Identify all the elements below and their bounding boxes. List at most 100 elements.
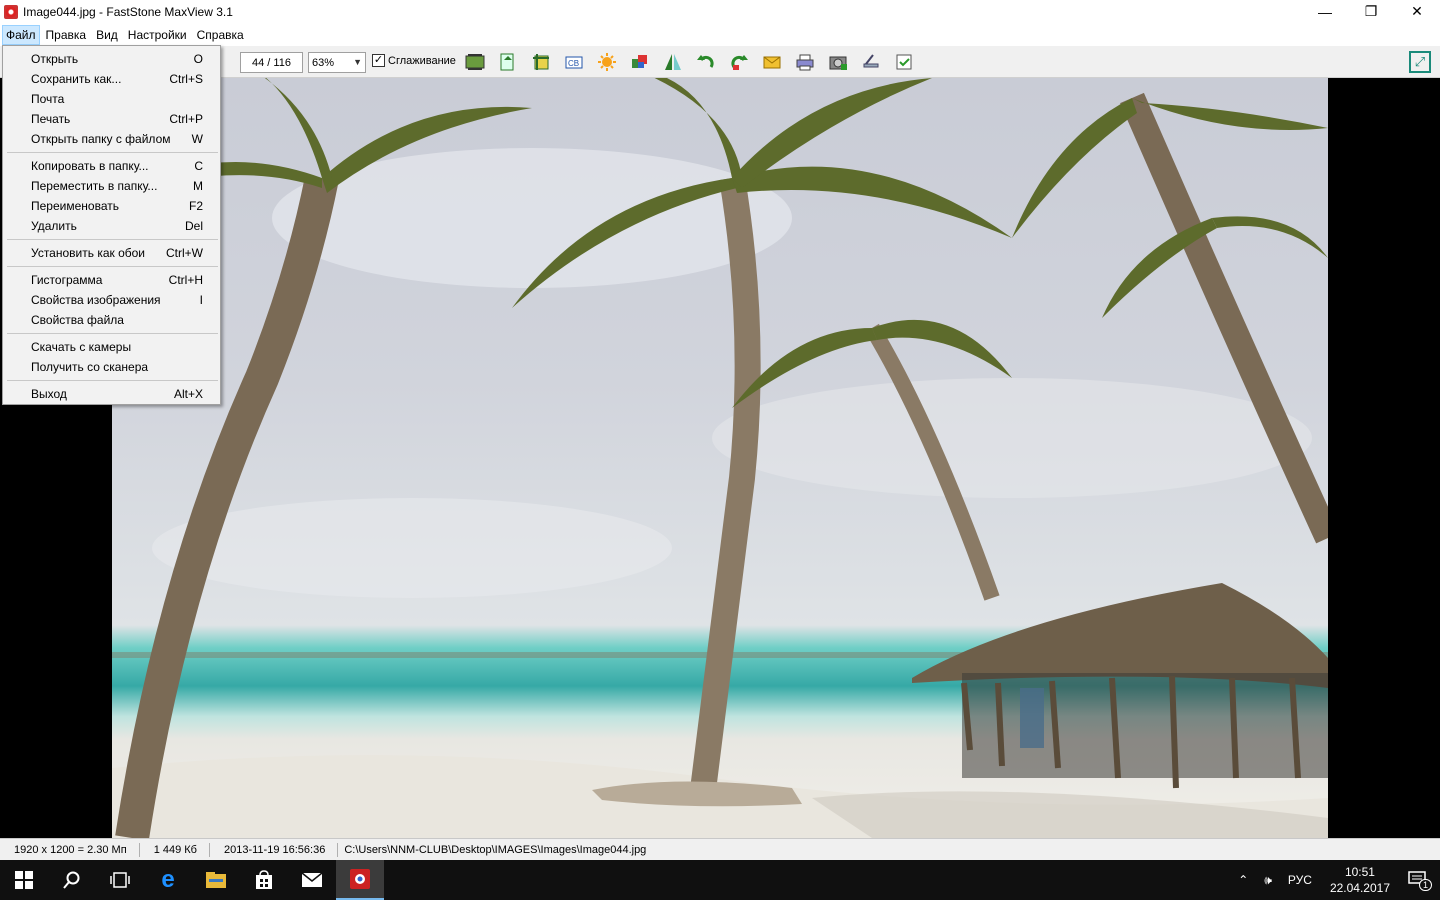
menu-item-shortcut: C — [194, 159, 203, 173]
smoothing-toggle[interactable]: ✓ Сглаживание — [372, 54, 456, 67]
status-path: C:\Users\NNM-CLUB\Desktop\IMAGES\Images\… — [344, 843, 647, 856]
file-menu-item[interactable]: Свойства изображения I — [3, 290, 220, 310]
search-icon[interactable] — [48, 860, 96, 900]
menu-view[interactable]: Вид — [92, 25, 122, 45]
status-datetime: 2013-11-19 16:56:36 — [210, 842, 339, 857]
menu-item-shortcut: Ctrl+H — [168, 273, 203, 287]
zoom-select[interactable]: 63% ▼ — [308, 52, 366, 73]
fullscreen-icon[interactable]: ⤢ — [1409, 51, 1431, 73]
file-menu-item[interactable]: Переименовать F2 — [3, 196, 220, 216]
file-menu-item[interactable]: Сохранить как... Ctrl+S — [3, 69, 220, 89]
store-icon[interactable] — [240, 860, 288, 900]
input-language[interactable]: РУС — [1280, 873, 1320, 887]
menu-item-label: Свойства изображения — [31, 293, 161, 307]
menu-separator — [7, 266, 218, 267]
slideshow-icon[interactable] — [463, 50, 487, 74]
smoothing-label: Сглаживание — [388, 54, 456, 67]
file-menu-item[interactable]: Свойства файла — [3, 310, 220, 330]
menu-item-label: Выход — [31, 387, 67, 401]
menu-item-label: Переместить в папку... — [31, 179, 158, 193]
clock[interactable]: 10:51 22.04.2017 — [1320, 864, 1400, 896]
chevron-up-icon[interactable]: ⌃ — [1230, 873, 1256, 887]
crop-icon[interactable] — [529, 50, 553, 74]
svg-text:CB: CB — [568, 59, 579, 68]
menu-item-shortcut: M — [193, 179, 203, 193]
menu-item-label: Почта — [31, 92, 65, 106]
toolbar-icons: CB — [463, 50, 925, 74]
close-button[interactable]: ✕ — [1394, 0, 1440, 23]
volume-icon[interactable]: 🕪 — [1256, 873, 1280, 888]
chevron-down-icon: ▼ — [353, 57, 362, 67]
menu-help[interactable]: Справка — [193, 25, 248, 45]
faststone-icon[interactable] — [336, 860, 384, 900]
file-menu-item[interactable]: Скачать с камеры — [3, 337, 220, 357]
menu-item-shortcut: Ctrl+P — [169, 112, 203, 126]
status-dimensions: 1920 x 1200 = 2.30 Мп — [0, 842, 140, 857]
scanner-icon[interactable] — [859, 50, 883, 74]
file-menu-item[interactable]: Копировать в папку... C — [3, 156, 220, 176]
rotate-right-icon[interactable] — [727, 50, 751, 74]
clock-date: 22.04.2017 — [1329, 881, 1390, 895]
menu-separator — [7, 380, 218, 381]
menu-item-label: Копировать в папку... — [31, 159, 149, 173]
edge-icon[interactable]: e — [144, 860, 192, 900]
camera-icon[interactable] — [826, 50, 850, 74]
status-bar: 1920 x 1200 = 2.30 Мп 1 449 Кб 2013-11-1… — [0, 838, 1440, 860]
menu-item-label: Открыть — [31, 52, 79, 66]
file-menu-item[interactable]: Переместить в папку... M — [3, 176, 220, 196]
file-menu-item[interactable]: Удалить Del — [3, 216, 220, 236]
file-menu-item[interactable]: Почта — [3, 89, 220, 109]
file-menu-item[interactable]: Получить со сканера — [3, 357, 220, 377]
file-menu-item[interactable]: Открыть папку с файлом W — [3, 129, 220, 149]
smoothing-checkbox[interactable]: ✓ — [372, 54, 385, 67]
menu-item-label: Скачать с камеры — [31, 340, 132, 354]
file-menu-item[interactable]: Открыть O — [3, 49, 220, 69]
beach-photo — [112, 78, 1328, 838]
color-icon[interactable] — [628, 50, 652, 74]
file-menu-dropdown: Открыть O Сохранить как... Ctrl+S Почта Печат… — [2, 45, 221, 405]
app-icon[interactable] — [3, 4, 19, 20]
photo-drawing — [112, 78, 1328, 838]
open-icon[interactable] — [496, 50, 520, 74]
menu-item-shortcut: W — [191, 132, 203, 146]
flip-icon[interactable] — [661, 50, 685, 74]
menu-item-label: Свойства файла — [31, 313, 124, 327]
file-explorer-icon[interactable] — [192, 860, 240, 900]
menu-settings[interactable]: Настройки — [124, 25, 191, 45]
windows-start-icon[interactable] — [0, 860, 48, 900]
menu-item-shortcut: Del — [184, 219, 203, 233]
window-title: Image044.jpg - FastStone MaxView 3.1 — [23, 4, 233, 19]
menu-separator — [7, 239, 218, 240]
menu-separator — [7, 152, 218, 153]
file-menu-item[interactable]: Установить как обои Ctrl+W — [3, 243, 220, 263]
menu-file[interactable]: Файл — [2, 24, 40, 45]
taskbar: e ⌃ 🕪 РУС 10:51 22.04.2017 1 — [0, 860, 1440, 900]
notification-count: 1 — [1418, 878, 1432, 891]
menu-item-label: Печать — [31, 112, 71, 126]
settings-icon[interactable] — [892, 50, 916, 74]
notification-icon[interactable]: 1 — [1400, 870, 1440, 891]
menu-item-shortcut: F2 — [188, 199, 203, 213]
menu-item-label: Получить со сканера — [31, 360, 149, 374]
file-menu-item[interactable]: Выход Alt+X — [3, 384, 220, 404]
file-menu-item[interactable]: Печать Ctrl+P — [3, 109, 220, 129]
page-counter[interactable]: 44 / 116 — [240, 52, 303, 73]
file-menu-item[interactable]: Гистограмма Ctrl+H — [3, 270, 220, 290]
menu-item-shortcut: I — [199, 293, 203, 307]
minimize-button[interactable]: — — [1302, 0, 1348, 23]
resize-icon[interactable]: CB — [562, 50, 586, 74]
menu-item-shortcut: O — [193, 52, 203, 66]
mail-icon[interactable] — [288, 860, 336, 900]
restore-button[interactable]: ❐ — [1348, 0, 1394, 23]
menu-item-label: Сохранить как... — [31, 72, 122, 86]
rotate-left-icon[interactable] — [694, 50, 718, 74]
menu-edit[interactable]: Правка — [42, 25, 91, 45]
brightness-icon[interactable] — [595, 50, 619, 74]
print-icon[interactable] — [793, 50, 817, 74]
menu-item-shortcut: Ctrl+S — [169, 72, 203, 86]
menu-item-shortcut: Alt+X — [173, 387, 203, 401]
email-icon[interactable] — [760, 50, 784, 74]
task-view-icon[interactable] — [96, 860, 144, 900]
menu-bar: Файл Правка Вид Настройки Справка — [0, 23, 1440, 46]
window-controls: — ❐ ✕ — [1302, 0, 1440, 23]
